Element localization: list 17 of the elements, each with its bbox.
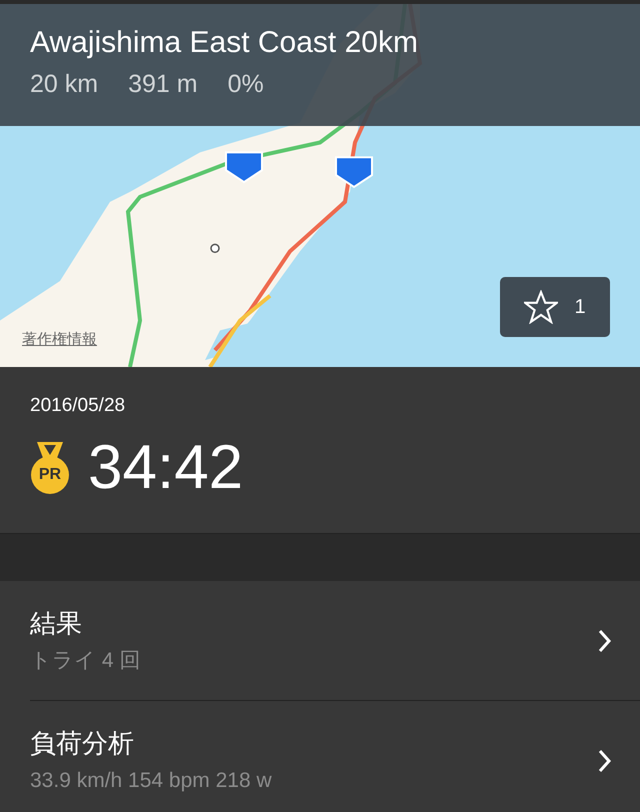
list-row[interactable]: 負荷分析 33.9 km/h 154 bpm 218 w — [0, 701, 640, 812]
chevron-icon — [598, 748, 612, 772]
star-icon — [524, 290, 558, 324]
route-stat: 20 km — [30, 69, 98, 100]
chevron-icon — [598, 628, 612, 652]
route-title: Awajishima East Coast 20km — [30, 25, 419, 61]
row-subtitle: トライ 4 回 — [30, 648, 140, 674]
row-title: 結果 — [30, 606, 83, 640]
favorite-button[interactable]: 1 — [500, 277, 610, 337]
elapsed-time: 34:42 — [88, 433, 244, 503]
row-subtitle: 33.9 km/h 154 bpm 218 w — [30, 768, 272, 794]
route-stat: 0% — [228, 69, 264, 100]
row-title: 負荷分析 — [30, 726, 135, 760]
route-stat: 391 m — [128, 69, 198, 100]
list-row[interactable]: 結果 トライ 4 回 — [0, 581, 640, 700]
attribution-link[interactable]: 著作権情報 — [22, 330, 97, 349]
effort-date: 2016/05/28 — [30, 395, 126, 417]
